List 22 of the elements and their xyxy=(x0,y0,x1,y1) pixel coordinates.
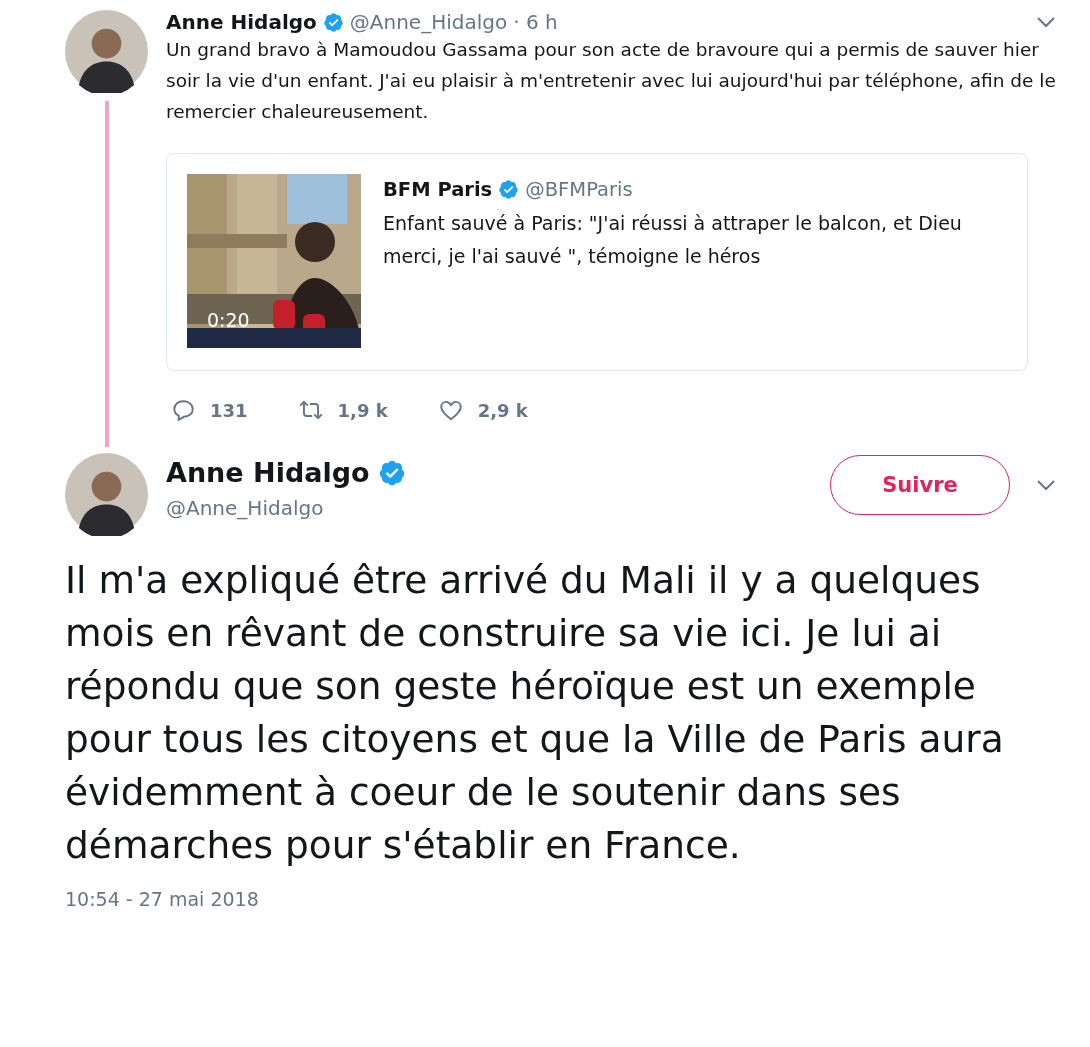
tweet-text: Un grand bravo à Mamoudou Gassama pour son acte de bravoure qui a permis de sauver hier soir la vie d'un enfant. J'ai eu plaisir à m'entretenir avec lui aujourd'hui par téléphone, afin de le remercier chaleureusement. xyxy=(166,38,1057,124)
chevron-down-icon[interactable] xyxy=(1036,16,1056,28)
author-name[interactable]: Anne Hidalgo xyxy=(166,10,317,34)
tweet-timestamp[interactable]: 10:54 - 27 mai 2018 xyxy=(65,888,1070,910)
tweet-time[interactable]: · 6 h xyxy=(513,10,558,34)
tweet-text: Il m'a expliqué être arrivé du Mali il y a quelques mois en rêvant de construire sa vie ici. Je lui ai répondu que son geste héroïque est un exemple pour tous les citoyens et que la Ville de Paris aura évidemment à coeur de le soutenir dans ses démarches pour s'établir en France. xyxy=(65,557,1005,869)
follow-button[interactable]: Suivre xyxy=(830,455,1010,515)
quoted-tweet-text: Enfant sauvé à Paris: "J'ai réussi à attraper le balcon, et Dieu merci, je l'ai sauvé ", témoigne le héros xyxy=(383,211,963,269)
reply-icon xyxy=(170,397,196,423)
author-name[interactable]: Anne Hidalgo xyxy=(166,457,370,488)
avatar[interactable] xyxy=(65,453,148,536)
video-duration: 0:20 xyxy=(207,309,250,331)
author-handle[interactable]: @BFMParis xyxy=(525,178,633,201)
author-handle[interactable]: @Anne_Hidalgo xyxy=(349,10,508,34)
like-button[interactable]: 2,9 k xyxy=(437,397,528,423)
retweet-button[interactable]: 1,9 k xyxy=(297,397,388,423)
quoted-tweet-card[interactable]: 0:20 BFM Paris @BFMParis Enfant sauvé à Paris: "J'ai réussi à attraper le balcon, et Dieu merci, je l'ai sauvé ", témoigne le héros xyxy=(166,153,1028,371)
avatar[interactable] xyxy=(65,10,148,93)
reply-button[interactable]: 131 xyxy=(170,397,248,423)
chevron-down-icon[interactable] xyxy=(1036,479,1056,491)
author-handle[interactable]: @Anne_Hidalgo xyxy=(166,496,406,520)
author-name[interactable]: BFM Paris xyxy=(383,178,493,201)
